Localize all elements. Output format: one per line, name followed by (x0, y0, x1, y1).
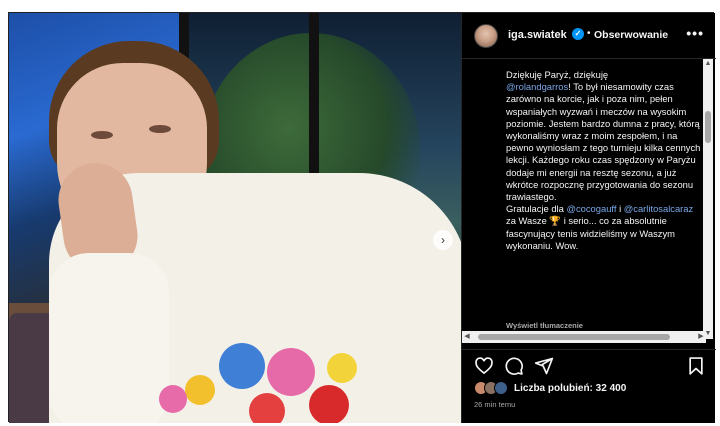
translate-link[interactable]: Wyświetl tłumaczenie (506, 321, 583, 330)
arm (49, 253, 169, 423)
scroll-left-icon[interactable]: ◀ (462, 331, 472, 343)
mention-link[interactable]: @rolandgarros (506, 81, 568, 92)
flower-print (327, 353, 357, 383)
heart-icon[interactable] (474, 356, 494, 376)
bookmark-icon[interactable] (686, 356, 706, 376)
page: › iga.swiatek ✓ • Obserwowanie ••• Dzięk… (0, 0, 720, 426)
avatar[interactable] (474, 24, 498, 48)
separator-dot: • (587, 28, 591, 39)
scroll-right-icon[interactable]: ▶ (696, 331, 706, 343)
action-bar (462, 349, 716, 377)
scrollbar-thumb[interactable] (705, 111, 711, 143)
scroll-up-icon[interactable]: ▲ (703, 59, 713, 69)
flower-print (267, 348, 315, 396)
post-header: iga.swiatek ✓ • Obserwowanie ••• (462, 13, 716, 59)
verified-badge-icon: ✓ (572, 28, 584, 40)
eye (149, 125, 171, 133)
vertical-scrollbar[interactable]: ▲ ▼ (703, 59, 713, 339)
mention-link[interactable]: @carlitosalcaraz (624, 203, 693, 214)
caption-text: Gratulacje dla (506, 203, 567, 215)
flower-print (185, 375, 215, 405)
mention-link[interactable]: @cocogauff (566, 203, 616, 214)
post-side-panel: iga.swiatek ✓ • Obserwowanie ••• Dziękuj… (461, 13, 716, 423)
horizontal-scrollbar[interactable]: ◀ ▶ (462, 331, 706, 343)
share-icon[interactable] (534, 356, 554, 376)
flower-print (219, 343, 265, 389)
instagram-post: › iga.swiatek ✓ • Obserwowanie ••• Dzięk… (8, 12, 716, 423)
scrollbar-thumb[interactable] (478, 334, 670, 340)
eye (91, 131, 113, 139)
comment-icon[interactable] (504, 356, 524, 376)
caption-text: Dziękuję Paryż, dziękuję (506, 69, 609, 80)
liker-avatar[interactable] (494, 381, 508, 395)
likes-count[interactable]: Liczba polubień: 32 400 (514, 383, 626, 394)
following-button[interactable]: Obserwowanie (594, 29, 668, 41)
caption-area: Dziękuję Paryż, dziękuję @rolandgarros! … (462, 59, 716, 343)
caption-text: i (616, 203, 624, 215)
post-timestamp[interactable]: 26 min temu (474, 400, 515, 409)
next-image-button[interactable]: › (433, 230, 453, 250)
caption-text: ! To był niesamowity czas zarówno na kor… (506, 81, 701, 203)
caption: Dziękuję Paryż, dziękuję @rolandgarros! … (506, 69, 702, 252)
post-photo[interactable]: › (9, 13, 461, 423)
more-options-icon[interactable]: ••• (686, 25, 704, 41)
likes-row: Liczba polubień: 32 400 (474, 381, 704, 397)
caption-text: za Wasze 🏆 i serio... co za absolutnie f… (506, 215, 675, 251)
username[interactable]: iga.swiatek (508, 29, 567, 41)
flower-print (249, 393, 285, 423)
flower-print (159, 385, 187, 413)
flower-print (309, 385, 349, 423)
